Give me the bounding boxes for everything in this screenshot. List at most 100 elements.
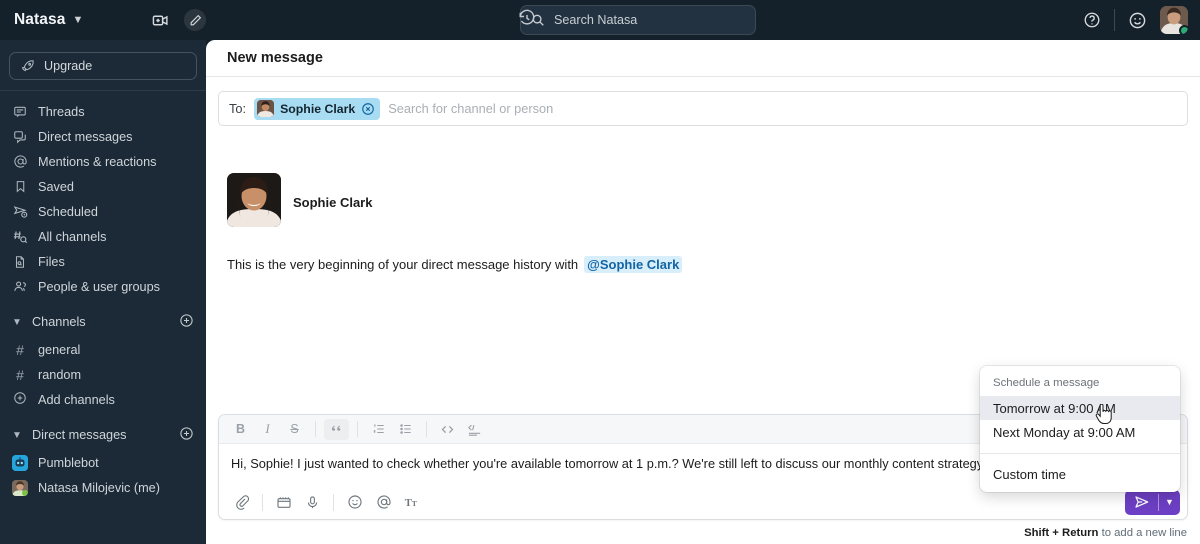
attachment-icon[interactable]	[228, 490, 255, 514]
schedule-option-tomorrow[interactable]: Tomorrow at 9:00 AM	[980, 396, 1180, 420]
sidebar-item-label: Saved	[38, 179, 74, 194]
add-channel-button[interactable]	[179, 313, 194, 331]
top-bar-center: Search Natasa	[206, 5, 1070, 35]
svg-text:T: T	[412, 499, 418, 508]
sidebar-item-label: Scheduled	[38, 204, 98, 219]
dropdown-title: Schedule a message	[993, 377, 1100, 389]
channel-label: random	[38, 367, 82, 382]
sidebar: Upgrade Threads Direct messages Mentions…	[0, 40, 206, 544]
recipient-field[interactable]: To: Sophie Clark Search for channel or p…	[218, 91, 1188, 126]
user-avatar	[12, 479, 28, 496]
sidebar-item-files[interactable]: Files	[0, 249, 206, 274]
section-label: Direct messages	[32, 428, 127, 442]
search-placeholder: Search Natasa	[554, 13, 638, 27]
blockquote-icon[interactable]	[324, 418, 349, 440]
channels-section-header[interactable]: ▼ Channels	[0, 307, 206, 337]
schedule-message-dropdown: Schedule a message Tomorrow at 9:00 AM N…	[980, 366, 1180, 492]
emoji-icon[interactable]	[341, 490, 368, 514]
workspace-switcher[interactable]: Natasa ▼	[0, 0, 206, 40]
sidebar-item-label: Direct messages	[38, 129, 133, 144]
bulleted-list-icon[interactable]	[393, 419, 418, 440]
history-clock-icon[interactable]	[518, 9, 536, 32]
avatar	[257, 100, 275, 117]
video-camera-icon[interactable]	[152, 12, 169, 29]
hash-icon: #	[16, 341, 24, 358]
help-question-icon[interactable]	[1083, 11, 1101, 29]
bold-icon[interactable]: B	[228, 419, 253, 440]
app-window: Natasa ▼ Search Natasa Upgrade Threads D…	[0, 0, 1200, 544]
page-title: New message	[227, 50, 323, 66]
chevron-down-icon: ▼	[72, 14, 84, 26]
add-channels-label: Add channels	[38, 392, 115, 407]
people-groups-icon	[12, 279, 28, 294]
recipient-chip[interactable]: Sophie Clark	[254, 97, 381, 120]
send-button-group: ▼	[1125, 489, 1180, 515]
sender-row: Sophie Clark	[227, 173, 1200, 227]
sidebar-item-label: Mentions & reactions	[38, 154, 157, 169]
dm-label: Pumblebot	[38, 455, 99, 470]
hint-text: to add a new line	[1098, 527, 1187, 539]
svg-text:T: T	[405, 498, 412, 509]
sidebar-item-label: Threads	[38, 104, 85, 119]
schedule-option-next-monday[interactable]: Next Monday at 9:00 AM	[980, 420, 1180, 444]
presence-indicator	[1179, 25, 1188, 34]
mention-icon[interactable]	[370, 490, 397, 514]
dms-section-header[interactable]: ▼ Direct messages	[0, 420, 206, 450]
code-block-icon[interactable]	[462, 419, 487, 440]
bookmark-icon	[12, 180, 28, 193]
send-button[interactable]	[1125, 490, 1158, 515]
sidebar-dm-self[interactable]: Natasa Milojevic (me)	[0, 475, 206, 500]
sidebar-item-label: All channels	[38, 229, 107, 244]
video-clip-icon[interactable]	[270, 490, 297, 514]
hash-icon: #	[16, 366, 24, 383]
files-icon	[12, 255, 28, 269]
rocket-icon	[20, 59, 35, 74]
avatar[interactable]	[1160, 6, 1188, 34]
remove-recipient-icon[interactable]	[361, 102, 375, 116]
sidebar-channel-random[interactable]: # random	[0, 362, 206, 387]
add-dm-button[interactable]	[179, 426, 194, 444]
sidebar-item-people[interactable]: People & user groups	[0, 274, 206, 299]
ordered-list-icon[interactable]	[366, 419, 391, 440]
chevron-down-icon: ▼	[12, 429, 22, 441]
code-icon[interactable]	[435, 419, 460, 440]
recipient-placeholder: Search for channel or person	[388, 101, 554, 116]
strikethrough-icon[interactable]: S	[282, 419, 307, 440]
search-input[interactable]: Search Natasa	[520, 5, 756, 35]
avatar[interactable]	[227, 173, 281, 227]
emoji-smiley-icon[interactable]	[1128, 11, 1147, 30]
sidebar-item-scheduled[interactable]: Scheduled	[0, 199, 206, 224]
threads-icon	[12, 105, 28, 119]
add-channels-button[interactable]: Add channels	[0, 387, 206, 412]
option-label: Next Monday at 9:00 AM	[993, 424, 1136, 440]
divider	[0, 90, 206, 91]
new-message-header: New message	[206, 40, 1200, 77]
mention-link[interactable]: @Sophie Clark	[584, 256, 683, 273]
upgrade-button[interactable]: Upgrade	[9, 52, 197, 80]
recipient-row: To: Sophie Clark Search for channel or p…	[206, 77, 1200, 126]
plus-circle-icon	[12, 391, 28, 408]
sidebar-item-mentions[interactable]: Mentions & reactions	[0, 149, 206, 174]
audio-record-icon[interactable]	[299, 490, 326, 514]
sidebar-item-direct-messages[interactable]: Direct messages	[0, 124, 206, 149]
top-bar: Natasa ▼ Search Natasa	[0, 0, 1200, 40]
schedule-option-custom-time[interactable]: Custom time	[980, 462, 1180, 486]
direct-messages-icon	[12, 130, 28, 144]
compose-new-message-icon[interactable]	[184, 9, 206, 31]
upgrade-label: Upgrade	[44, 59, 93, 73]
at-mention-icon	[12, 154, 28, 169]
sidebar-item-label: Files	[38, 254, 65, 269]
composer-hint: Shift + Return to add a new line	[1024, 527, 1187, 539]
italic-icon[interactable]: I	[255, 419, 280, 440]
text-formatting-icon[interactable]: T T	[399, 490, 426, 514]
sidebar-item-threads[interactable]: Threads	[0, 99, 206, 124]
hint-shortcut: Shift + Return	[1024, 527, 1099, 539]
sidebar-item-all-channels[interactable]: All channels	[0, 224, 206, 249]
dm-label: Natasa Milojevic (me)	[38, 480, 160, 495]
send-options-chevron-down-icon[interactable]: ▼	[1159, 490, 1180, 515]
message-text: Hi, Sophie! I just wanted to check wheth…	[231, 456, 986, 471]
sidebar-channel-general[interactable]: # general	[0, 337, 206, 362]
chevron-down-icon: ▼	[12, 316, 22, 328]
sidebar-dm-pumblebot[interactable]: Pumblebot	[0, 450, 206, 475]
sidebar-item-saved[interactable]: Saved	[0, 174, 206, 199]
